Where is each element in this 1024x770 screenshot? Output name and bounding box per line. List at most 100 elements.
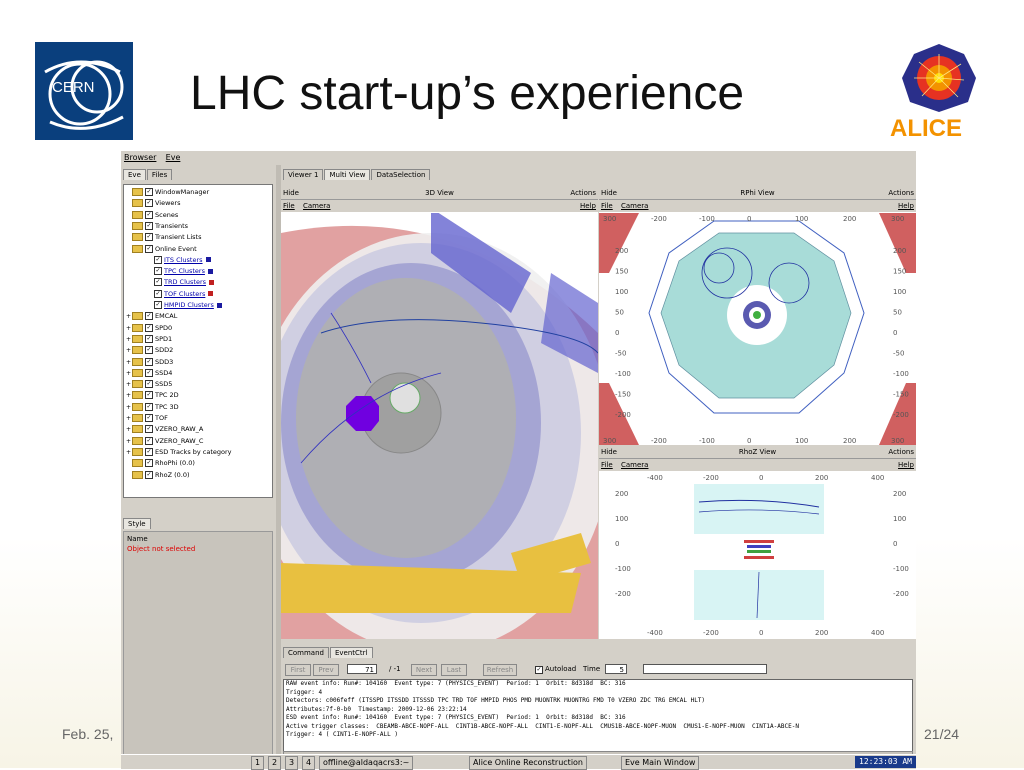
tab-data-selection[interactable]: DataSelection [371,169,431,180]
tree-item[interactable]: ✓ TRD Clusters [148,277,215,288]
tree-visibility-checkbox[interactable]: ✓ [145,244,153,253]
tree-visibility-checkbox[interactable]: ✓ [145,312,153,321]
tab-viewer-1[interactable]: Viewer 1 [283,169,324,180]
tab-event-ctrl[interactable]: EventCtrl [329,647,373,658]
tree-visibility-checkbox[interactable]: ✓ [145,391,153,400]
tree-item[interactable]: + ✓ SSD5 [126,379,172,390]
view-3d-menu-camera[interactable]: Camera [303,202,330,210]
tree-item[interactable]: ✓ TPC Clusters [148,266,213,277]
log-line: RAW event info: Run#: 104160 Event type:… [286,680,626,687]
first-button[interactable]: First [285,664,311,676]
color-swatch[interactable] [205,257,211,263]
view-rhoz-menu-file[interactable]: File [601,461,613,469]
tree-visibility-checkbox[interactable]: ✓ [145,402,153,411]
tree-visibility-checkbox[interactable]: ✓ [145,425,153,434]
left-panel: Eve Files ✓ WindowManager ✓ Viewers ✓ Scenes ✓ T… [121,165,276,768]
view-3d-canvas[interactable] [281,213,598,639]
eve-tree[interactable]: ✓ WindowManager ✓ Viewers ✓ Scenes ✓ Transients… [123,184,273,498]
menu-eve[interactable]: Eve [166,153,181,162]
tree-visibility-checkbox[interactable]: ✓ [145,334,153,343]
rphi-x-tick: 300 [891,215,904,223]
tree-visibility-checkbox[interactable]: ✓ [145,447,153,456]
event-info-log[interactable]: RAW event info: Run#: 104160 Event type:… [283,679,913,753]
tree-visibility-checkbox[interactable]: ✓ [154,301,162,309]
tab-style[interactable]: Style [123,518,151,529]
tree-item[interactable]: ✓ Scenes [126,210,178,221]
view-3d-actions-button[interactable]: Actions [570,189,596,197]
menu-browser[interactable]: Browser [124,153,156,162]
tree-visibility-checkbox[interactable]: ✓ [145,357,153,366]
tree-visibility-checkbox[interactable]: ✓ [145,368,153,377]
view-rhoz-menu-help[interactable]: Help [898,461,914,469]
tree-visibility-checkbox[interactable]: ✓ [145,380,153,389]
tree-item[interactable]: + ✓ TPC 3D [126,402,179,413]
tree-visibility-checkbox[interactable]: ✓ [145,459,153,468]
color-swatch[interactable] [208,291,214,297]
tree-item[interactable]: ✓ RhoZ (0.0) [126,470,190,481]
tree-item[interactable]: ✓ Viewers [126,198,180,209]
tab-eve[interactable]: Eve [123,169,146,180]
tree-item[interactable]: ✓ Transients [126,221,188,232]
tab-command[interactable]: Command [283,647,329,658]
tree-item[interactable]: + ✓ SSD4 [126,368,172,379]
tree-item[interactable]: + ✓ ESD Tracks by category [126,447,232,458]
event-selector[interactable] [643,664,767,674]
tree-item[interactable]: ✓ ITS Clusters [148,255,211,266]
tree-visibility-checkbox[interactable]: ✓ [145,233,153,242]
tree-item[interactable]: ✓ Transient Lists [126,232,201,243]
tree-item[interactable]: ✓ TOF Clusters [148,289,214,300]
autoload-checkbox[interactable]: ✓ [535,666,543,674]
refresh-button[interactable]: Refresh [483,664,517,676]
view-rhoz-menu-camera[interactable]: Camera [621,461,648,469]
tree-visibility-checkbox[interactable]: ✓ [145,199,153,208]
tree-visibility-checkbox[interactable]: ✓ [145,323,153,332]
tree-visibility-checkbox[interactable]: ✓ [145,221,153,230]
view-rhoz-canvas[interactable]: -400 -200 0 200 400 -400 -200 0 200 400 200 100 0 -10… [599,472,916,639]
tree-visibility-checkbox[interactable]: ✓ [145,414,153,422]
color-swatch[interactable] [216,302,222,308]
color-swatch[interactable] [209,279,215,285]
tree-visibility-checkbox[interactable]: ✓ [154,255,162,264]
view-rphi-menu-camera[interactable]: Camera [621,202,648,210]
tree-visibility-checkbox[interactable]: ✓ [145,210,153,219]
tree-visibility-checkbox[interactable]: ✓ [154,278,162,287]
view-rphi-actions-button[interactable]: Actions [888,189,914,197]
prev-button[interactable]: Prev [313,664,339,676]
tree-visibility-checkbox[interactable]: ✓ [145,346,153,355]
tree-visibility-checkbox[interactable]: ✓ [145,470,153,479]
view-3d-menu-help[interactable]: Help [580,202,596,210]
tree-item[interactable]: ✓ Online Event [126,244,197,255]
time-field[interactable]: 5 [605,664,627,674]
tree-item[interactable]: + ✓ SDD2 [126,345,173,356]
view-3d-menu-file[interactable]: File [283,202,295,210]
tab-multi-view[interactable]: Multi View [324,169,371,180]
folder-icon [132,334,143,343]
view-rhoz-actions-button[interactable]: Actions [888,448,914,456]
tree-item[interactable]: ✓ RhoPhi (0.0) [126,458,195,469]
last-button[interactable]: Last [441,664,467,676]
folder-icon [132,346,143,355]
tree-item[interactable]: ✓ WindowManager [126,187,209,198]
view-rphi-canvas[interactable]: 300 -200 -100 0 100 200 300 300 -200 -100 0 100 200 3… [599,213,916,445]
tree-item[interactable]: + ✓ SPD1 [126,334,172,345]
tree-item[interactable]: + ✓ SDD3 [126,357,173,368]
tree-visibility-checkbox[interactable]: ✓ [154,267,162,276]
log-line: Detectors: c006feff (ITSSPD ITSSDD ITSSS… [286,697,706,704]
color-swatch[interactable] [207,268,213,274]
tree-item[interactable]: + ✓ VZERO_RAW_A [126,424,203,435]
tree-item[interactable]: + ✓ SPD0 [126,323,172,334]
tree-item[interactable]: + ✓ TOF [126,413,168,424]
tree-visibility-checkbox[interactable]: ✓ [145,188,153,196]
tree-item[interactable]: + ✓ EMCAL [126,311,177,322]
tree-visibility-checkbox[interactable]: ✓ [145,436,153,445]
view-rphi-menu-file[interactable]: File [601,202,613,210]
tab-files[interactable]: Files [146,169,173,180]
next-button[interactable]: Next [411,664,437,676]
tree-visibility-checkbox[interactable]: ✓ [154,289,162,298]
rphi-x-tick: 300 [603,215,616,223]
tree-item[interactable]: ✓ HMPID Clusters [148,300,222,311]
tree-item[interactable]: + ✓ VZERO_RAW_C [126,436,203,447]
event-number-field[interactable]: 71 [347,664,377,674]
tree-item[interactable]: + ✓ TPC 2D [126,390,179,401]
view-rphi-menu-help[interactable]: Help [898,202,914,210]
